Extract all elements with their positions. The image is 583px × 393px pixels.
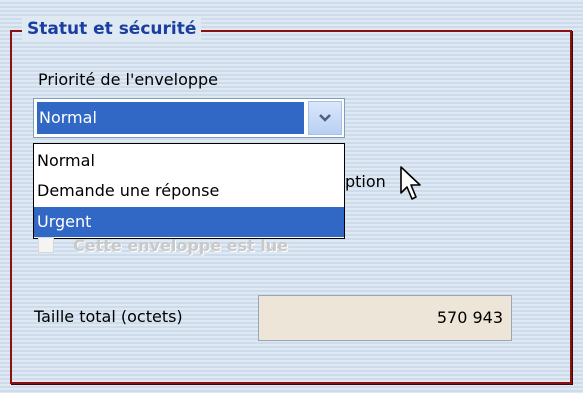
- size-field: 570 943: [258, 295, 512, 341]
- read-checkbox[interactable]: [38, 237, 54, 253]
- obscured-text: ption: [345, 172, 386, 191]
- priority-dropdown-list[interactable]: Normal Demande une réponse Urgent: [33, 143, 345, 239]
- groupbox-title: Statut et sécurité: [22, 18, 202, 40]
- dropdown-button[interactable]: [308, 101, 342, 135]
- dropdown-option-normal[interactable]: Normal: [34, 146, 344, 176]
- priority-combobox[interactable]: Normal: [33, 98, 345, 138]
- size-label: Taille total (octets): [34, 307, 183, 326]
- dropdown-option-demande-reponse[interactable]: Demande une réponse: [34, 176, 344, 206]
- priority-selected-value: Normal: [37, 102, 304, 134]
- mouse-pointer-icon: [400, 166, 421, 200]
- chevron-down-icon: [319, 114, 331, 122]
- read-checkbox-label: Cette enveloppe est lue: [73, 236, 288, 255]
- dropdown-option-urgent[interactable]: Urgent: [34, 207, 344, 237]
- priority-label: Priorité de l'enveloppe: [38, 70, 219, 89]
